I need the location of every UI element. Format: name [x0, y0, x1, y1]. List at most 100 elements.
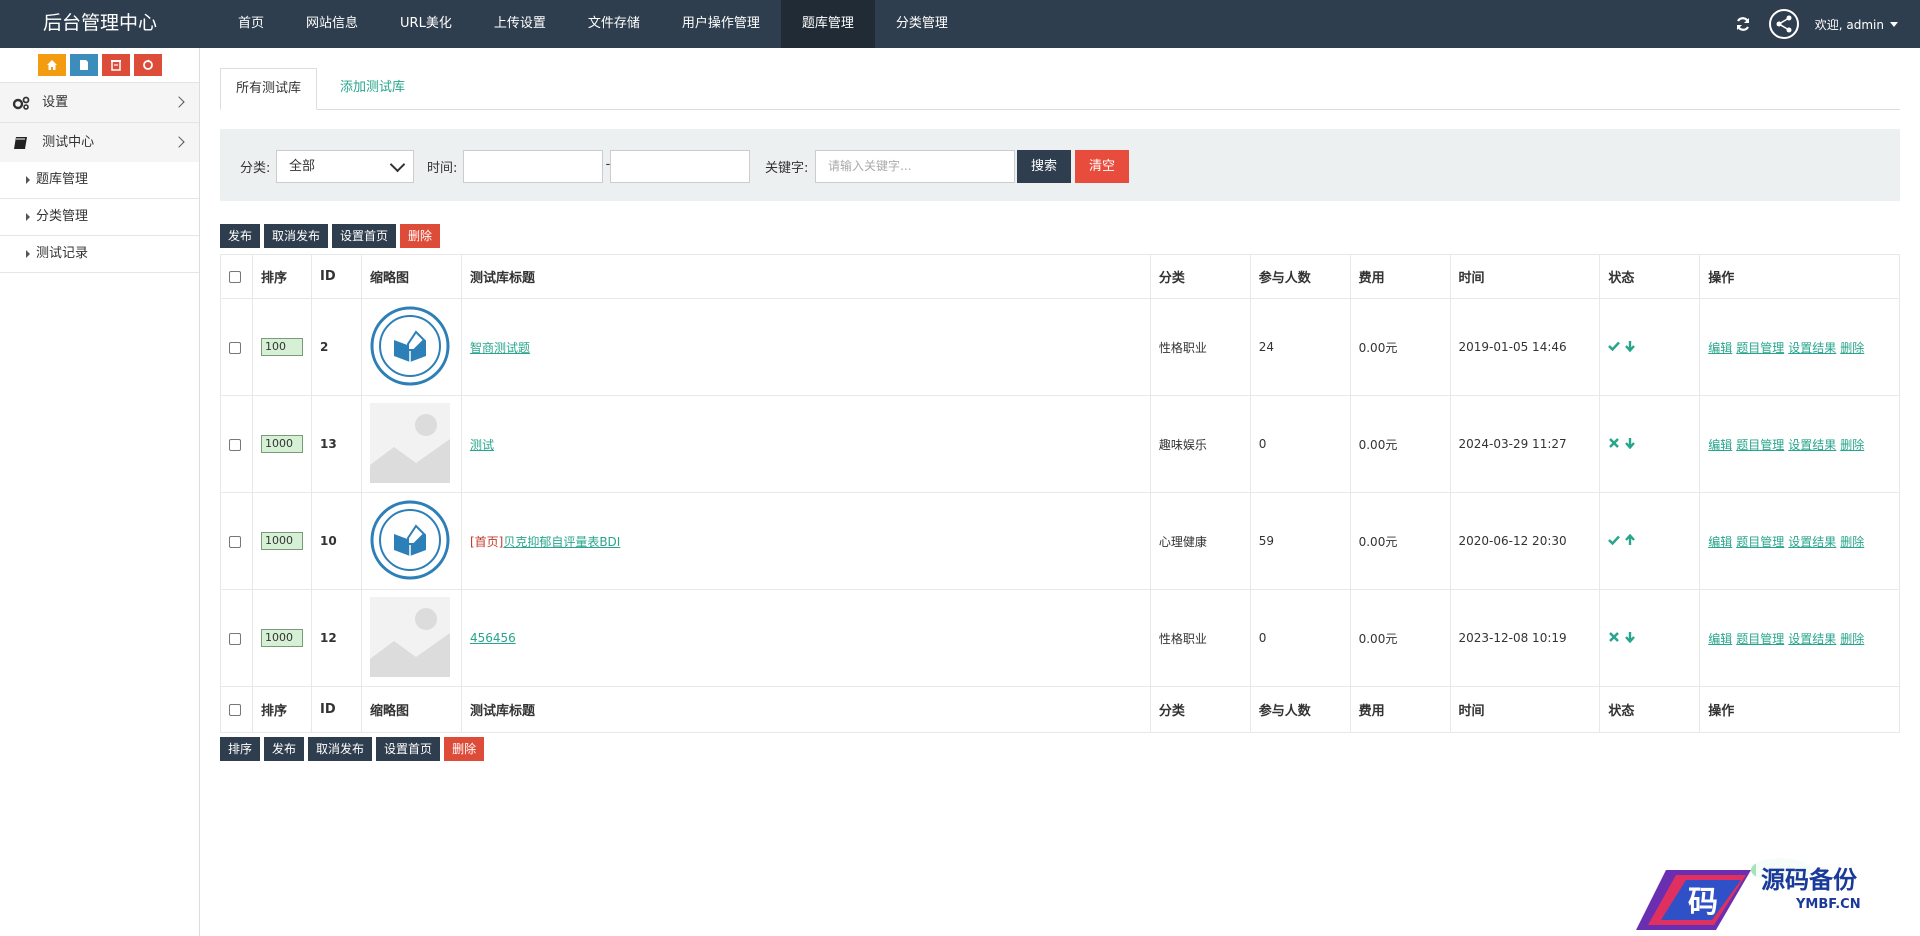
results-link[interactable]: 设置结果	[1788, 535, 1836, 549]
keyword-input[interactable]: 请输入关键字...	[815, 150, 1015, 183]
arrow-down-icon[interactable]	[1624, 340, 1636, 352]
col-operations: 操作	[1699, 686, 1900, 733]
unpublish-button[interactable]: 取消发布	[308, 737, 373, 761]
id-cell: 12	[310, 589, 362, 687]
avatar[interactable]	[1768, 9, 1799, 39]
search-button[interactable]: 搜索	[1017, 150, 1071, 183]
set-home-button[interactable]: 设置首页	[376, 737, 441, 761]
nav-home[interactable]: 首页	[217, 0, 285, 48]
test-title-link[interactable]: 456456	[470, 631, 516, 645]
user-menu[interactable]: 欢迎, admin	[1815, 16, 1898, 33]
nav-site-info[interactable]: 网站信息	[285, 0, 379, 48]
questions-link[interactable]: 题目管理	[1736, 341, 1784, 355]
clear-button[interactable]: 清空	[1075, 150, 1129, 183]
category-select-value: 全部	[289, 159, 316, 174]
image-placeholder-icon	[369, 596, 450, 677]
sort-input[interactable]: 1000	[260, 532, 303, 550]
arrow-down-icon[interactable]	[1624, 631, 1636, 643]
sidebar-item-test-records[interactable]: 测试记录	[0, 236, 199, 273]
results-link[interactable]: 设置结果	[1788, 632, 1836, 646]
end-date-input[interactable]	[610, 150, 750, 183]
sidebar-item-label: 测试记录	[36, 246, 89, 261]
nav-question-bank[interactable]: 题库管理	[780, 0, 875, 48]
category-label: 分类:	[240, 161, 271, 176]
select-all-checkbox[interactable]	[229, 270, 241, 283]
sort-input[interactable]: 100	[260, 338, 303, 356]
nav-file-storage[interactable]: 文件存储	[567, 0, 661, 48]
tab-add-test[interactable]: 添加测试库	[325, 68, 420, 110]
publish-button[interactable]: 发布	[264, 737, 305, 761]
home-quick-button[interactable]	[37, 54, 66, 76]
edit-link[interactable]: 编辑	[1708, 632, 1732, 646]
id-value: 13	[319, 437, 337, 451]
col-title: 测试库标题	[460, 686, 1151, 733]
category-select[interactable]: 全部	[276, 150, 414, 183]
delete-link[interactable]: 删除	[1840, 632, 1864, 646]
results-link[interactable]: 设置结果	[1788, 438, 1836, 452]
check-icon[interactable]	[1608, 340, 1621, 352]
questions-link[interactable]: 题目管理	[1736, 438, 1784, 452]
recycle-quick-button[interactable]	[133, 54, 162, 76]
status-icons	[1608, 533, 1636, 546]
row-checkbox[interactable]	[229, 341, 241, 354]
table-body: 100 2 智商测试题 性格职业 24 0.00元 2019-01-05 14:46 编辑 题目…	[220, 298, 1900, 687]
arrow-up-icon[interactable]	[1624, 533, 1636, 546]
sidebar-item-category[interactable]: 分类管理	[0, 199, 199, 236]
cross-icon[interactable]	[1608, 631, 1620, 643]
sidebar-group-test-center[interactable]: 测试中心	[0, 122, 199, 162]
select-all-checkbox[interactable]	[229, 703, 241, 716]
delete-link[interactable]: 删除	[1840, 535, 1864, 549]
sort-button[interactable]: 排序	[220, 737, 261, 761]
nav-category[interactable]: 分类管理	[875, 0, 969, 48]
home-icon	[46, 60, 57, 70]
test-title-link[interactable]: 智商测试题	[470, 341, 530, 355]
top-action-buttons: 发布 取消发布 设置首页 删除	[220, 224, 441, 248]
nav-url-rewrite[interactable]: URL美化	[379, 0, 473, 48]
delete-link[interactable]: 删除	[1840, 341, 1864, 355]
col-title: 测试库标题	[460, 254, 1151, 299]
sidebar-item-question-bank[interactable]: 题库管理	[0, 162, 199, 199]
tab-all-tests[interactable]: 所有测试库	[220, 68, 318, 110]
sidebar-group-settings[interactable]: 设置	[0, 82, 199, 122]
edit-link[interactable]: 编辑	[1708, 438, 1732, 452]
row-select-cell	[220, 298, 253, 396]
sort-input[interactable]: 1000	[260, 435, 303, 453]
results-link[interactable]: 设置结果	[1788, 341, 1836, 355]
questions-link[interactable]: 题目管理	[1736, 535, 1784, 549]
col-status: 状态	[1599, 254, 1701, 299]
participants-cell: 24	[1249, 298, 1351, 396]
unpublish-button[interactable]: 取消发布	[264, 224, 329, 248]
top-right-tools: 欢迎, admin	[1733, 0, 1898, 48]
set-home-button[interactable]: 设置首页	[332, 224, 397, 248]
delete-button[interactable]: 删除	[400, 224, 441, 248]
row-checkbox[interactable]	[229, 438, 241, 451]
delete-link[interactable]: 删除	[1840, 438, 1864, 452]
archive-quick-button[interactable]	[101, 54, 130, 76]
bottom-action-buttons: 排序 发布 取消发布 设置首页 删除	[220, 737, 485, 761]
start-date-input[interactable]	[463, 150, 603, 183]
col-fee: 费用	[1349, 254, 1451, 299]
file-quick-button[interactable]	[69, 54, 98, 76]
cross-icon[interactable]	[1608, 437, 1620, 449]
test-title-link[interactable]: 测试	[470, 438, 494, 452]
category-cell: 心理健康	[1149, 492, 1251, 590]
test-title-link[interactable]: 贝克抑郁自评量表BDI	[503, 535, 620, 549]
row-select-cell	[220, 492, 253, 590]
nav-user-operations[interactable]: 用户操作管理	[661, 0, 781, 48]
quick-buttons	[0, 48, 199, 82]
publish-button[interactable]: 发布	[220, 224, 261, 248]
refresh-icon[interactable]	[1733, 14, 1753, 34]
row-checkbox[interactable]	[229, 632, 241, 645]
check-icon[interactable]	[1608, 534, 1621, 546]
edit-link[interactable]: 编辑	[1708, 341, 1732, 355]
watermark-text: 源码备份	[1761, 865, 1858, 894]
delete-button[interactable]: 删除	[444, 737, 485, 761]
questions-link[interactable]: 题目管理	[1736, 632, 1784, 646]
arrow-down-icon[interactable]	[1624, 437, 1636, 449]
row-checkbox[interactable]	[229, 535, 241, 548]
table-footer-row: 排序 ID 缩略图 测试库标题 分类 参与人数 费用 时间 状态 操作	[220, 686, 1900, 733]
sort-input[interactable]: 1000	[260, 629, 303, 647]
edit-link[interactable]: 编辑	[1708, 535, 1732, 549]
nav-upload-settings[interactable]: 上传设置	[473, 0, 567, 48]
keyword-label: 关键字:	[765, 161, 809, 176]
